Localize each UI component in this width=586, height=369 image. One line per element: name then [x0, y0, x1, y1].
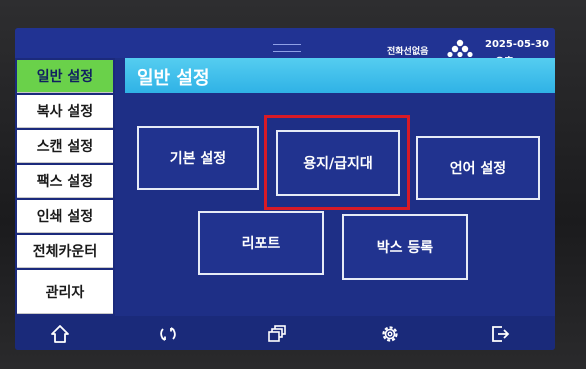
home-icon[interactable] — [49, 323, 71, 345]
sidebar-item-administrator[interactable]: 관리자 — [17, 270, 113, 314]
sidebar-item-total-counter[interactable]: 전체카운터 — [17, 235, 113, 268]
pull-down-handle[interactable] — [273, 44, 301, 52]
touch-screen: 전화선없음 2025-05-30 오후 3 : 44 일반 설정 복사 설정 스… — [15, 28, 555, 350]
status-bar: 전화선없음 2025-05-30 오후 3 : 44 — [15, 28, 555, 68]
page-header: 일반 설정 — [125, 58, 555, 93]
basic-settings-button[interactable]: 기본 설정 — [137, 126, 259, 190]
sidebar-item-print-settings[interactable]: 인쇄 설정 — [17, 200, 113, 233]
page-title: 일반 설정 — [137, 68, 210, 89]
box-registration-button[interactable]: 박스 등록 — [342, 214, 468, 280]
sidebar-item-general-settings[interactable]: 일반 설정 — [17, 60, 113, 93]
selection-highlight-box — [264, 115, 410, 210]
settings-icon[interactable] — [379, 323, 401, 345]
settings-sidebar: 일반 설정 복사 설정 스캔 설정 팩스 설정 인쇄 설정 전체카운터 관리자 — [15, 58, 115, 316]
bottom-navigation-bar — [15, 316, 555, 350]
copy-windows-icon[interactable] — [267, 323, 289, 345]
date-display: 2025-05-30 — [485, 39, 549, 50]
sidebar-item-scan-settings[interactable]: 스캔 설정 — [17, 130, 113, 163]
report-button[interactable]: 리포트 — [198, 211, 324, 275]
logout-icon[interactable] — [489, 323, 511, 345]
network-status-text: 전화선없음 — [387, 47, 429, 57]
device-status-icon[interactable] — [445, 39, 475, 57]
language-settings-button[interactable]: 언어 설정 — [416, 136, 540, 200]
sidebar-item-copy-settings[interactable]: 복사 설정 — [17, 95, 113, 128]
refresh-icon[interactable] — [157, 323, 179, 345]
sidebar-item-fax-settings[interactable]: 팩스 설정 — [17, 165, 113, 198]
